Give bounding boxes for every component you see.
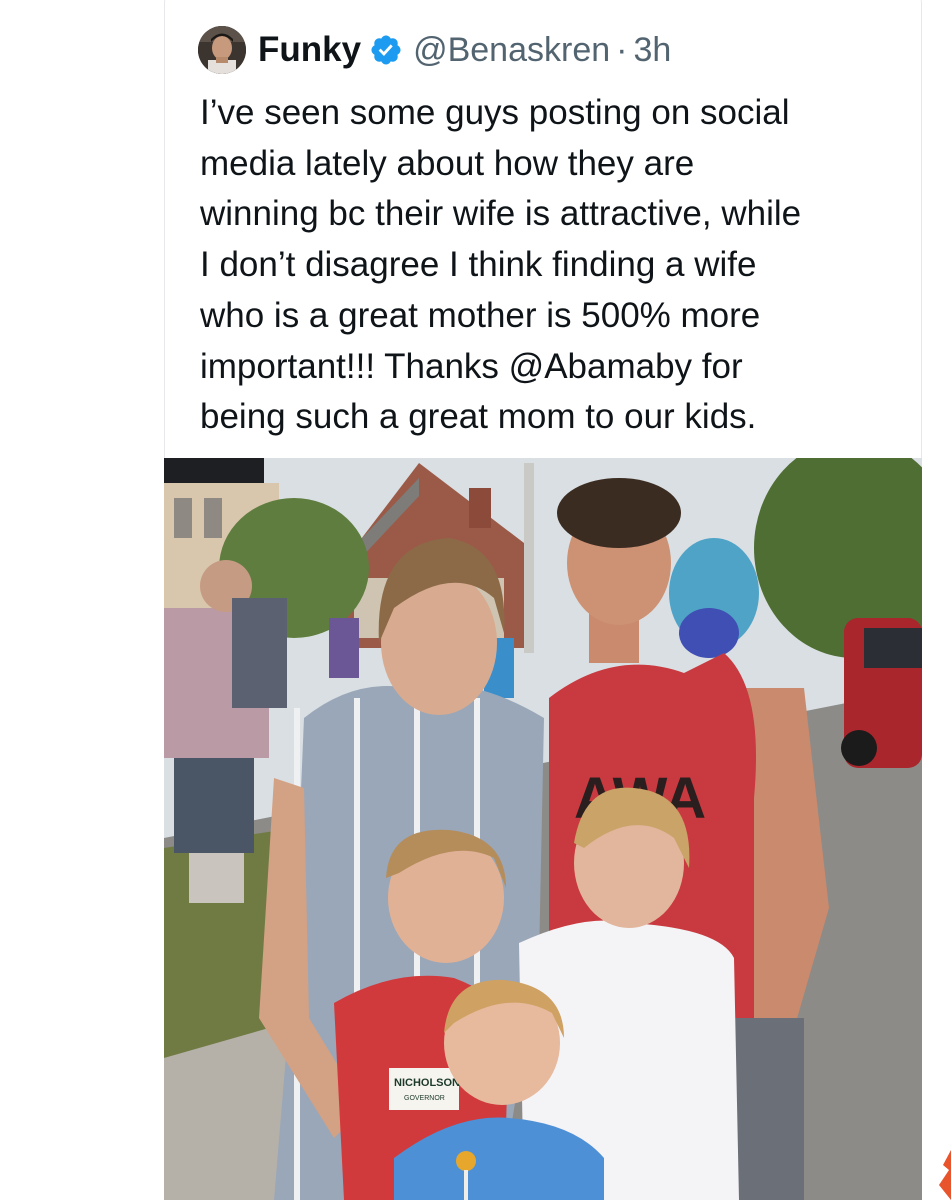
tweet-text-line: important!!! Thanks @Abamaby for [200, 346, 743, 386]
display-name[interactable]: Funky [258, 30, 361, 70]
tweet-text-line: I’ve seen some guys posting on social [200, 93, 790, 132]
separator-dot: · [616, 30, 628, 69]
lollipop [456, 1151, 476, 1171]
tweet-text-line: I don’t disagree I think finding a wife [200, 245, 757, 285]
tweet-text-line: media lately about how they are [200, 143, 695, 183]
user-handle[interactable]: @Benaskren [413, 31, 610, 70]
avatar-photo [198, 26, 246, 74]
timestamp[interactable]: 3h [633, 31, 671, 70]
sticker-subtext: GOVERNOR [404, 1095, 445, 1102]
campaign-sticker [389, 1068, 459, 1110]
man-hair [557, 478, 681, 548]
tweet-text-line: who is a great mother is 500% more [200, 295, 761, 335]
tweet-header: Funky @Benaskren · 3h [198, 24, 671, 76]
tweet-text: I’ve seen some guys posting on social me… [200, 88, 900, 443]
tweet-text-line: being such a great mom to our kids. [200, 397, 757, 437]
screenshot-page: Funky @Benaskren · 3h I’ve seen some guy… [0, 0, 951, 1200]
verified-badge-icon [371, 35, 401, 65]
avatar[interactable] [198, 26, 246, 74]
tweet-photo[interactable]: AWA NICHOLSON GOVERNOR [164, 458, 922, 1200]
tweet-text-line: winning bc their wife is attractive, whi… [200, 194, 802, 234]
edge-fragment [939, 1150, 951, 1200]
sticker-text: NICHOLSON [394, 1077, 460, 1089]
